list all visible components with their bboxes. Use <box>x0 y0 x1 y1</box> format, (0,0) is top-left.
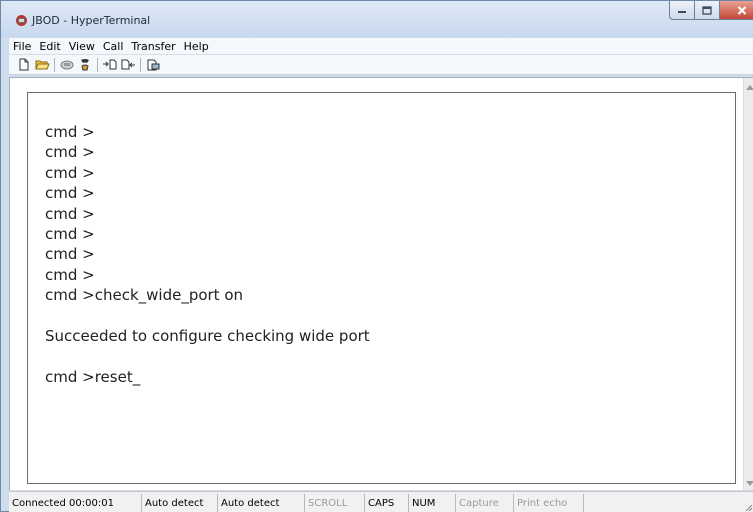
terminal-line: cmd >reset_ <box>45 367 141 386</box>
receive-file-icon <box>121 59 135 70</box>
caption-buttons <box>669 1 753 20</box>
close-button[interactable] <box>720 1 753 20</box>
toolbar-separator <box>54 57 55 72</box>
status-detect-settings: Auto detect <box>218 494 305 512</box>
menu-file[interactable]: File <box>9 38 35 55</box>
open-folder-icon <box>34 60 50 70</box>
window-title: JBOD - HyperTerminal <box>32 14 151 27</box>
maximize-icon <box>702 5 712 15</box>
terminal-screen[interactable]: cmd > cmd > cmd > cmd > cmd > cmd > cmd … <box>27 92 736 484</box>
terminal-line: Succeeded to configure checking wide por… <box>45 326 370 345</box>
menu-edit[interactable]: Edit <box>35 38 64 55</box>
hyperterminal-app-icon[interactable] <box>15 14 28 27</box>
terminal-line: cmd > <box>45 184 95 203</box>
status-capture: Capture <box>456 494 514 512</box>
send-button[interactable] <box>101 57 119 73</box>
status-detect-terminal: Auto detect <box>142 494 218 512</box>
title-bar[interactable]: JBOD - HyperTerminal <box>1 1 753 37</box>
terminal-line: cmd > <box>45 224 95 243</box>
new-connection-button[interactable] <box>15 57 33 73</box>
terminal-area[interactable]: cmd > cmd > cmd > cmd > cmd > cmd > cmd … <box>9 77 753 490</box>
terminal-line: cmd > <box>45 245 95 264</box>
terminal-output: cmd > cmd > cmd > cmd > cmd > cmd > cmd … <box>45 122 370 387</box>
terminal-line: cmd > <box>45 265 95 284</box>
minimize-button[interactable] <box>669 1 695 20</box>
terminal-line: cmd >check_wide_port on <box>45 286 244 305</box>
status-caps: CAPS <box>365 494 409 512</box>
scroll-up-button[interactable] <box>744 80 753 94</box>
toolbar-separator <box>140 57 141 72</box>
dial-icon <box>81 58 89 70</box>
terminal-line: cmd > <box>45 163 95 182</box>
scroll-up-icon <box>746 84 753 90</box>
status-num: NUM <box>409 494 456 512</box>
send-file-icon <box>103 59 117 70</box>
menu-help[interactable]: Help <box>180 38 213 55</box>
menu-view[interactable]: View <box>65 38 99 55</box>
terminal-line: cmd > <box>45 123 95 141</box>
disconnect-button[interactable] <box>58 57 76 73</box>
status-bar: Connected 00:00:01 Auto detect Auto dete… <box>9 491 753 512</box>
menu-call[interactable]: Call <box>99 38 128 55</box>
terminal-line: cmd > <box>45 143 95 162</box>
close-icon <box>737 5 747 15</box>
menu-transfer[interactable]: Transfer <box>127 38 179 55</box>
terminal-line: cmd > <box>45 204 95 223</box>
scroll-down-button[interactable] <box>744 476 753 490</box>
new-document-icon <box>19 58 29 71</box>
status-connection-time: Connected 00:00:01 <box>9 494 142 512</box>
resize-grip-icon[interactable] <box>743 502 753 512</box>
toolbar-separator <box>97 57 98 72</box>
hyperterminal-window: JBOD - HyperTerminal File Edit View Call… <box>0 0 753 512</box>
maximize-button[interactable] <box>695 1 720 20</box>
open-button[interactable] <box>33 57 51 73</box>
dial-button[interactable] <box>76 57 94 73</box>
menu-bar: File Edit View Call Transfer Help <box>9 38 753 55</box>
minimize-icon <box>678 11 686 13</box>
vertical-scrollbar[interactable] <box>743 78 753 490</box>
status-scroll: SCROLL <box>305 494 365 512</box>
properties-button[interactable] <box>144 57 162 73</box>
receive-button[interactable] <box>119 57 137 73</box>
disconnect-icon <box>60 60 74 70</box>
scroll-down-icon <box>746 480 753 486</box>
toolbar <box>9 55 753 75</box>
properties-icon <box>147 59 160 71</box>
status-print-echo: Print echo <box>514 494 584 512</box>
